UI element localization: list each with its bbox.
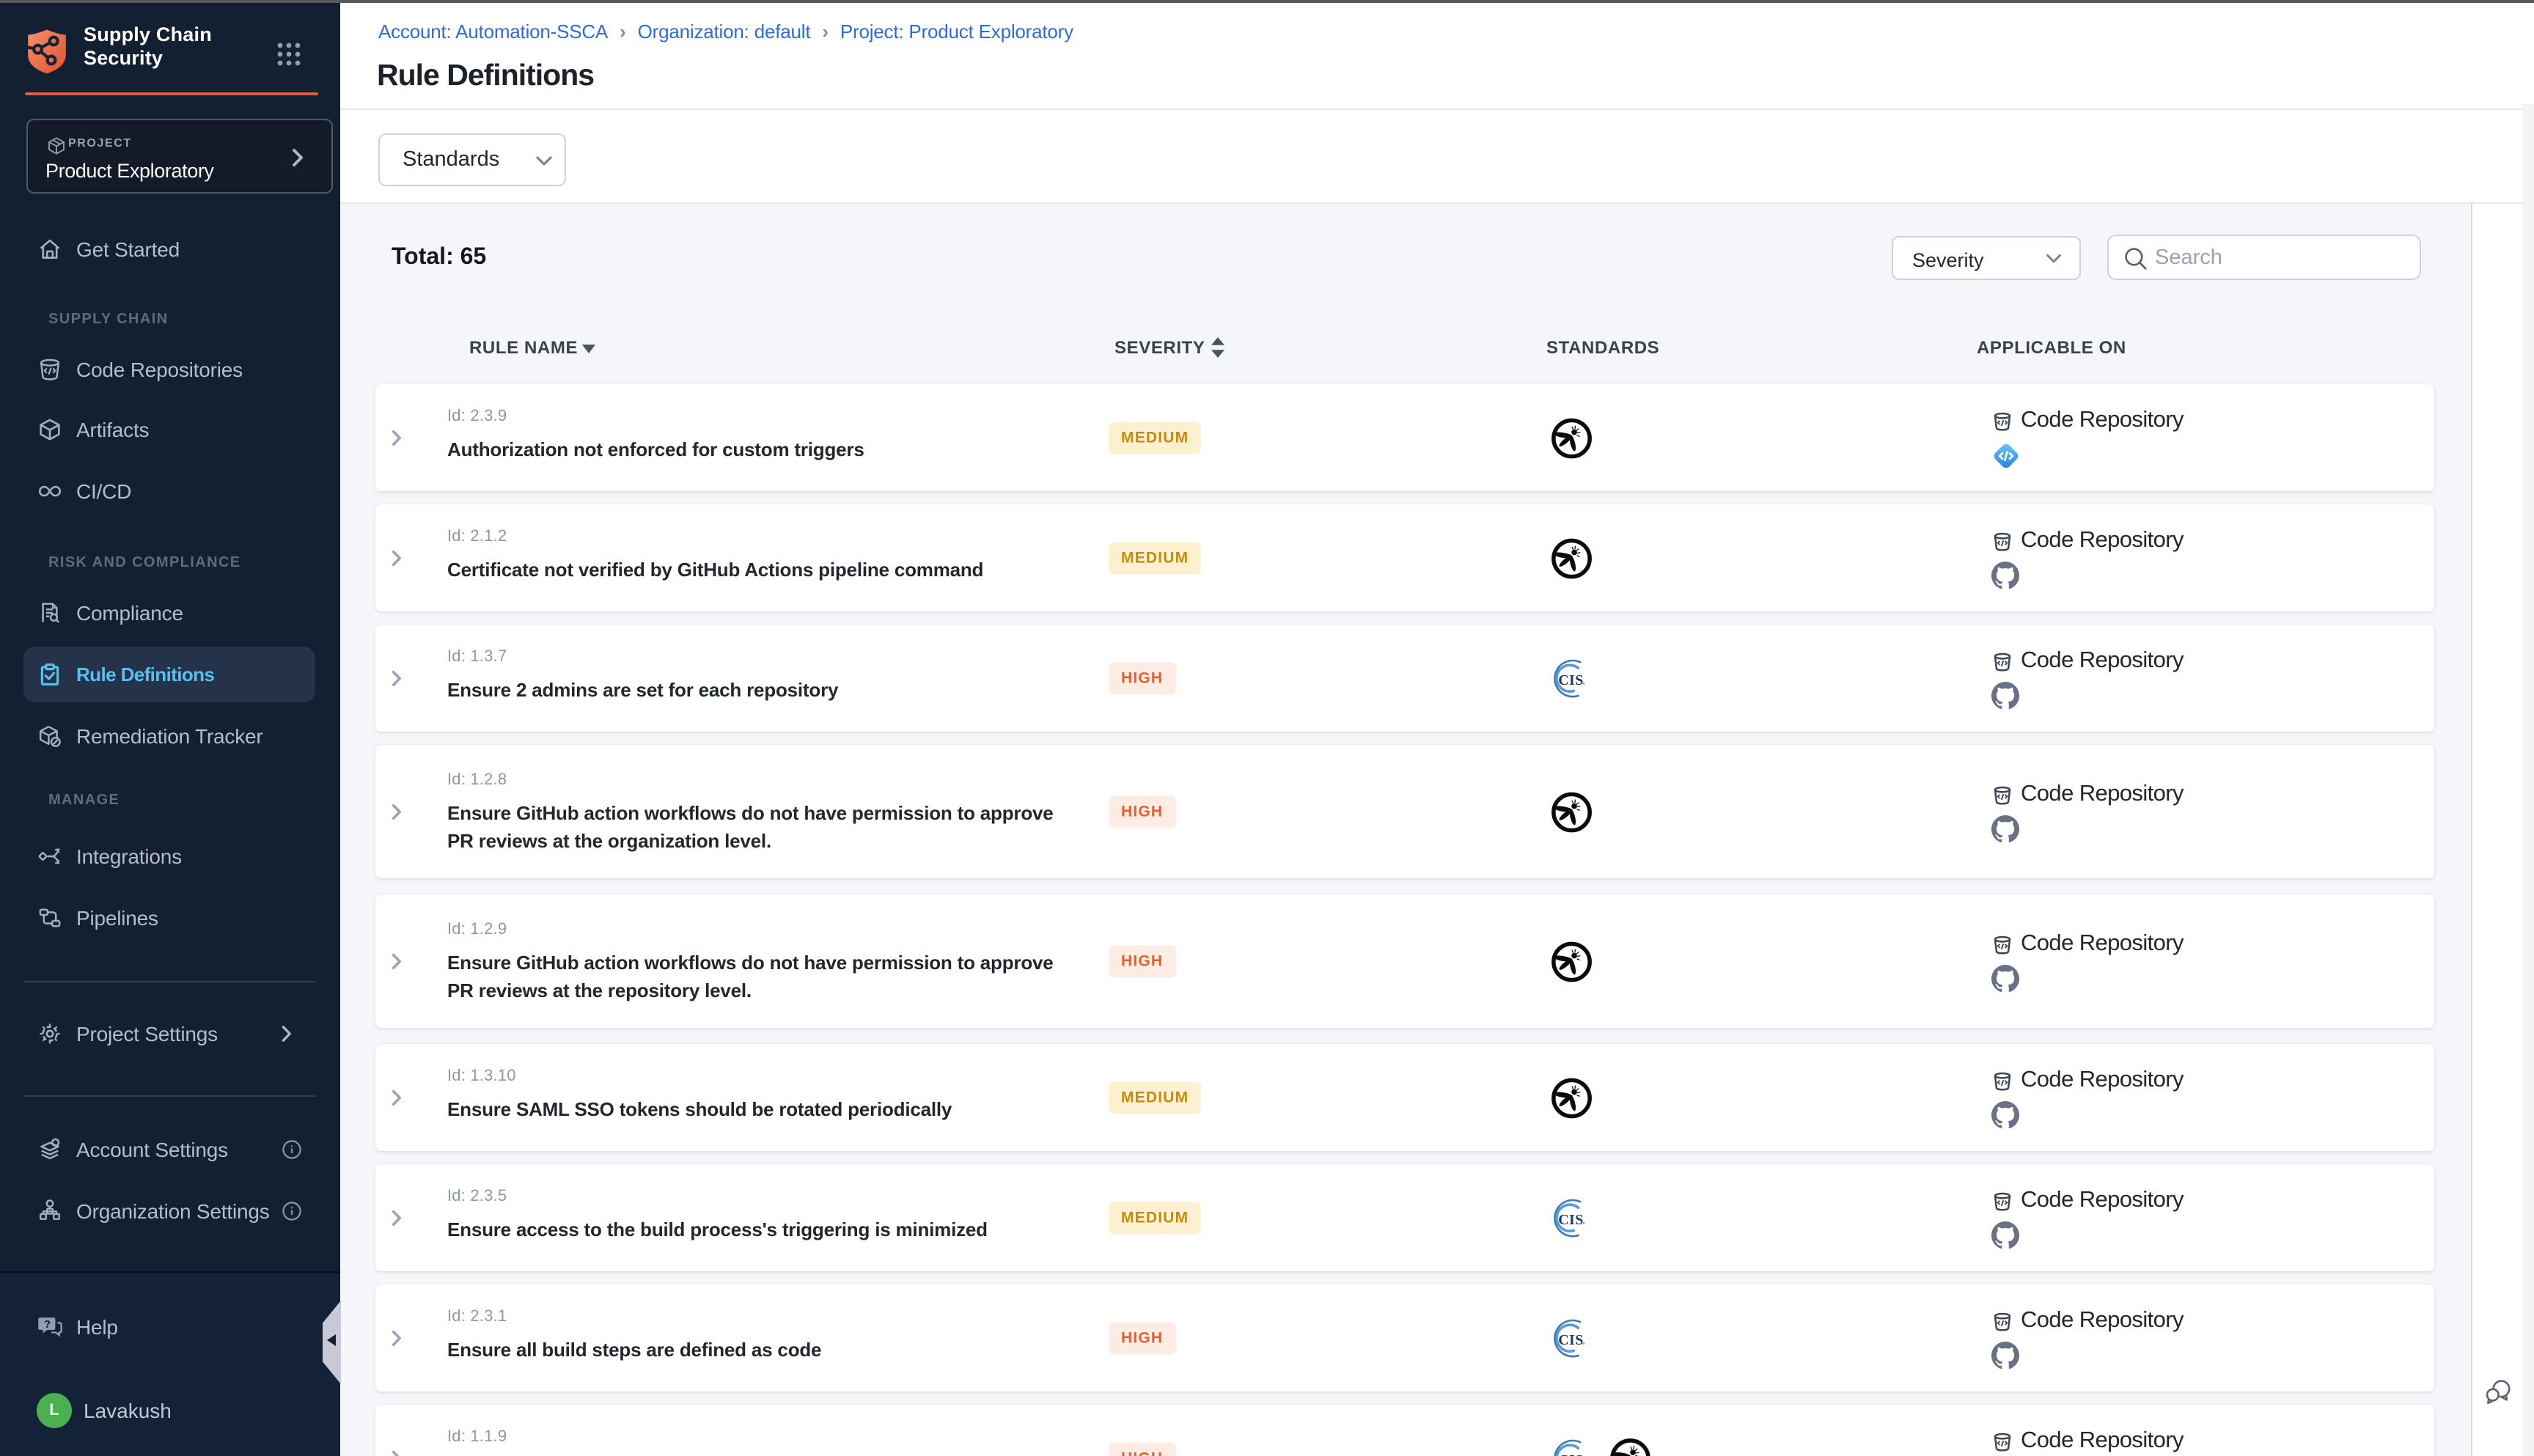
svg-text:?: ? (44, 1319, 51, 1331)
